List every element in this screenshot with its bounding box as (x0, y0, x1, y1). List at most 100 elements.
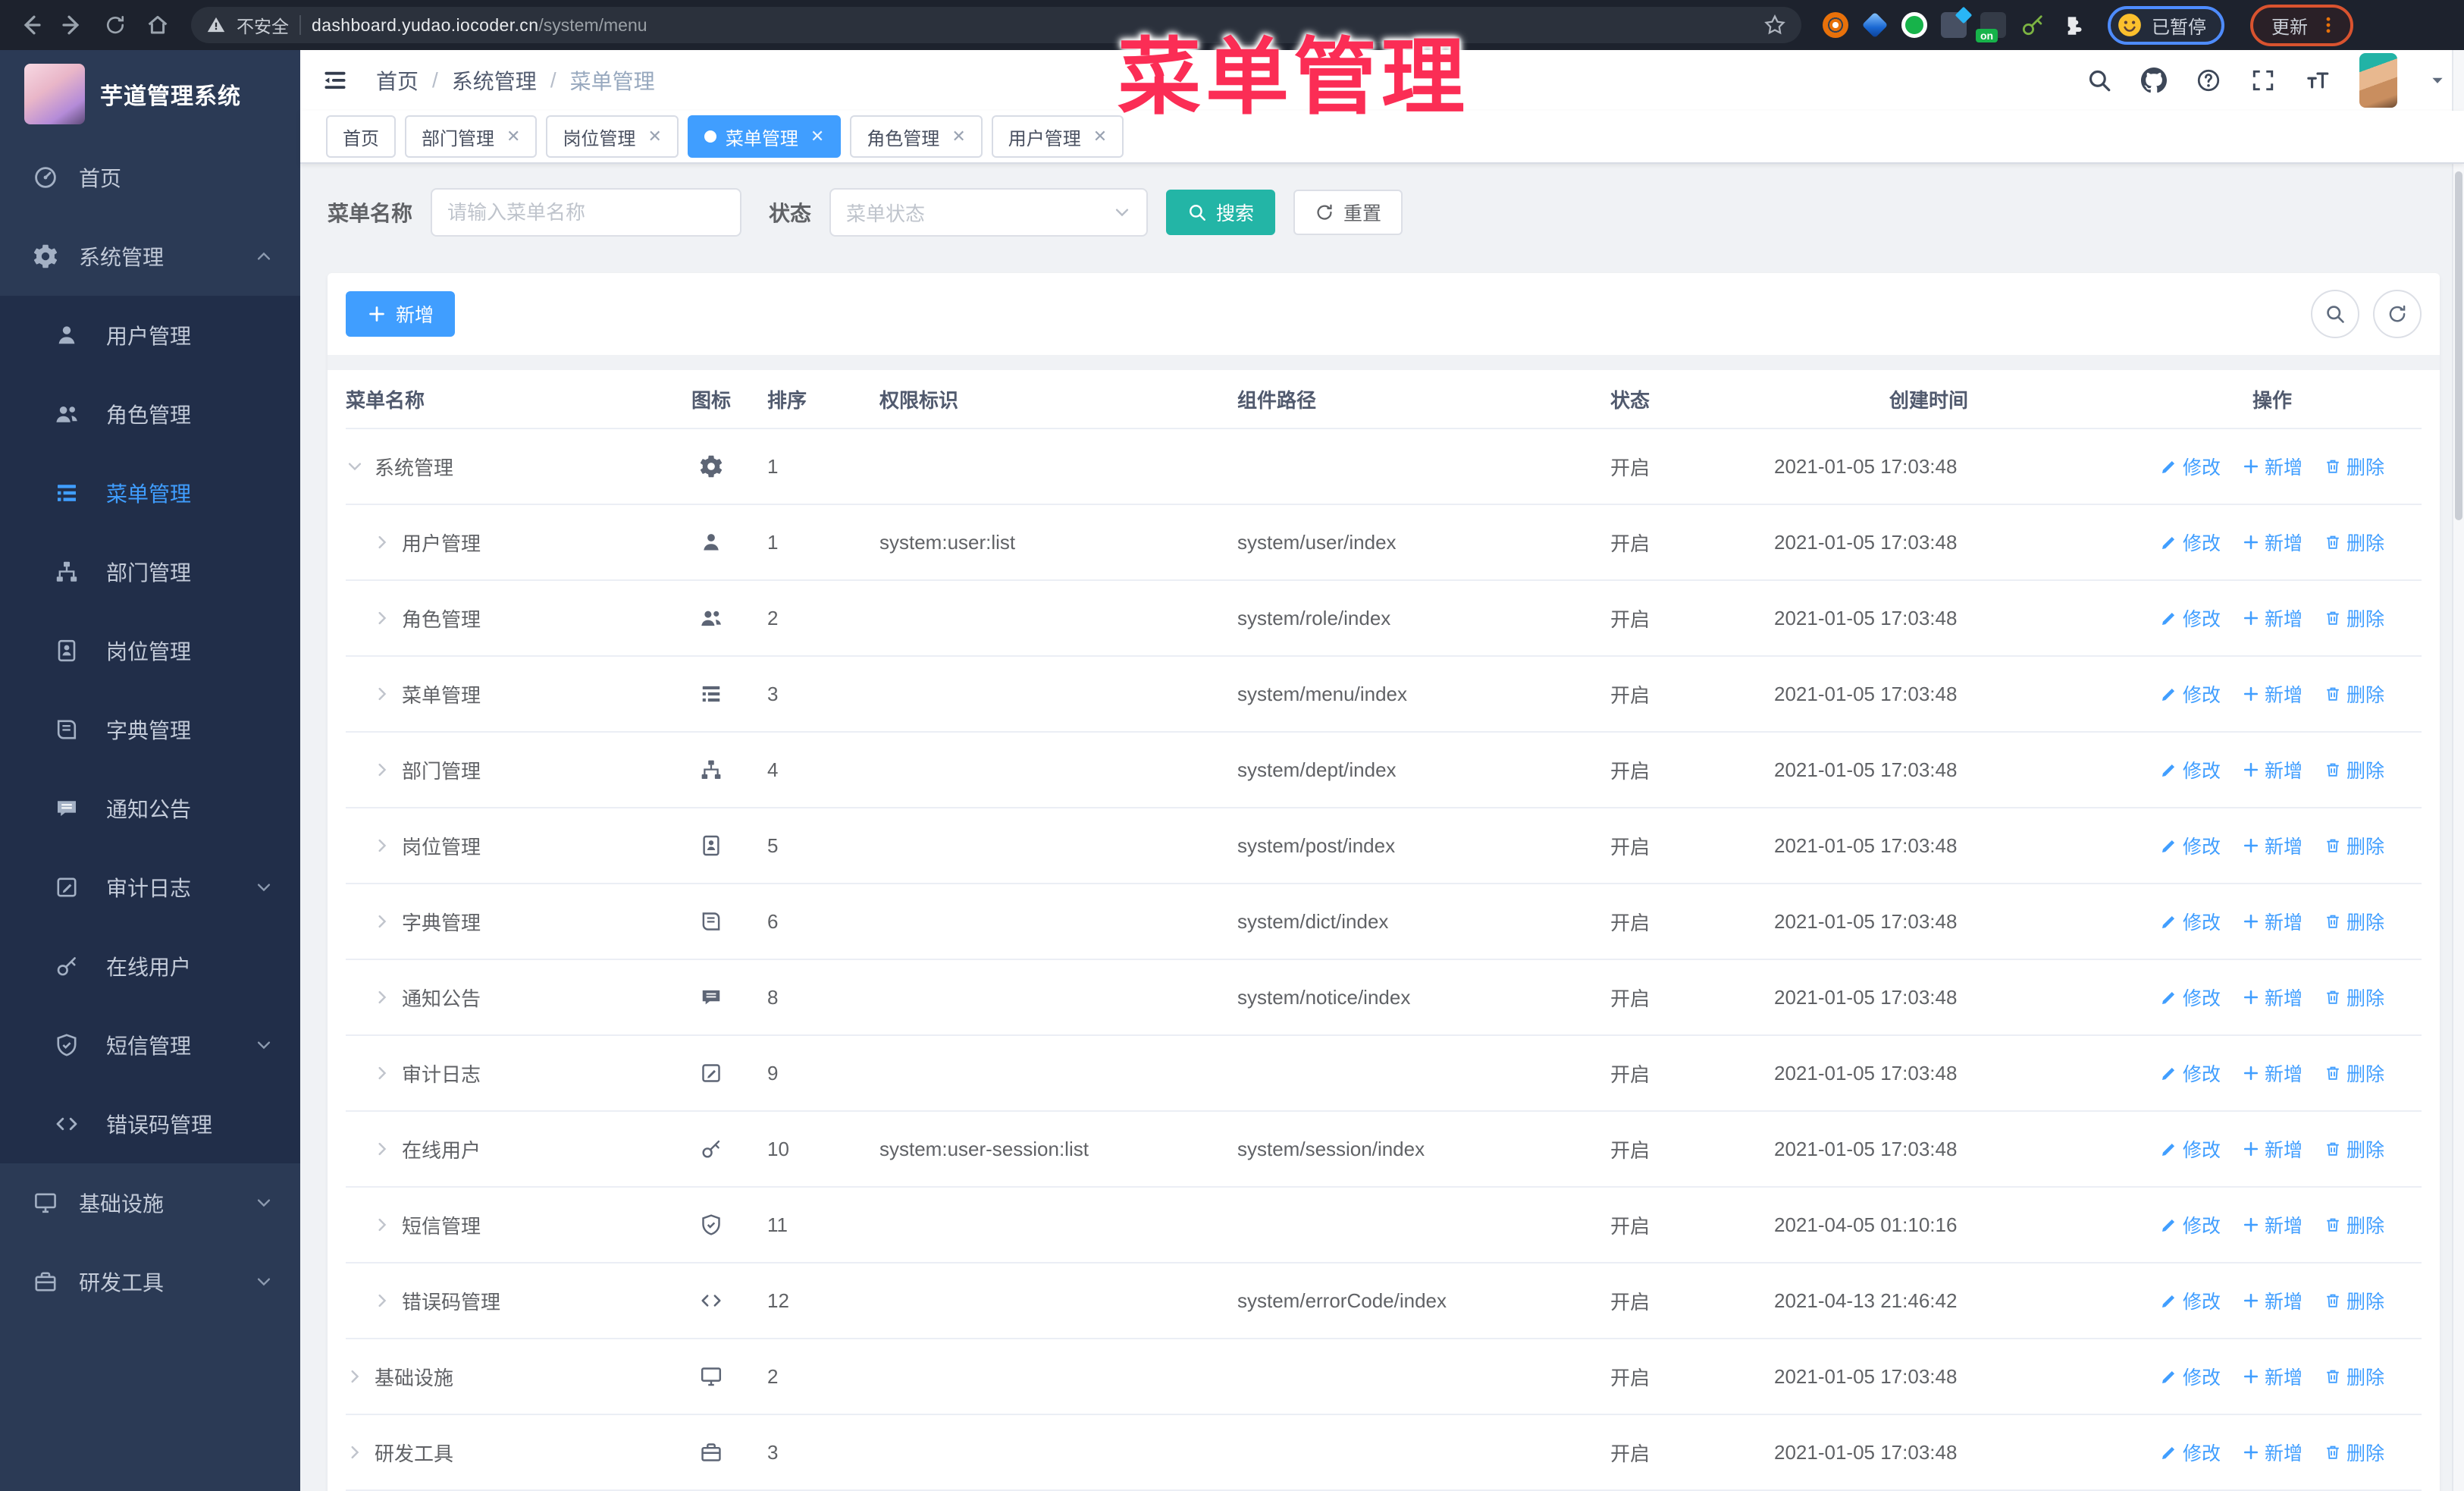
edit-link[interactable]: 修改 (2160, 453, 2221, 480)
add-child-link[interactable]: 新增 (2242, 1059, 2303, 1087)
sidebar-collapse-icon[interactable] (321, 67, 349, 94)
address-bar[interactable]: 不安全 dashboard.yudao.iocoder.cn/system/me… (191, 7, 1801, 43)
delete-link[interactable]: 删除 (2324, 1059, 2384, 1087)
menu-name-input[interactable] (431, 188, 742, 237)
add-child-link[interactable]: 新增 (2242, 604, 2303, 632)
scrollbar-thumb[interactable] (2455, 171, 2462, 520)
close-tab-icon[interactable]: ✕ (810, 127, 824, 146)
delete-link[interactable]: 删除 (2324, 680, 2384, 708)
browser-update-button[interactable]: 更新 (2250, 4, 2353, 46)
add-child-link[interactable]: 新增 (2242, 832, 2303, 859)
add-child-link[interactable]: 新增 (2242, 1439, 2303, 1466)
edit-link[interactable]: 修改 (2160, 984, 2221, 1011)
sidebar-item-home[interactable]: 首页 (0, 138, 300, 217)
browser-home-button[interactable] (140, 7, 176, 43)
edit-link[interactable]: 修改 (2160, 680, 2221, 708)
sidebar-item-sms[interactable]: 短信管理 (0, 1006, 300, 1085)
sidebar-item-user[interactable]: 用户管理 (0, 296, 300, 375)
sidebar-item-online-user[interactable]: 在线用户 (0, 927, 300, 1006)
add-child-link[interactable]: 新增 (2242, 1363, 2303, 1390)
sidebar-item-notice[interactable]: 通知公告 (0, 769, 300, 848)
add-child-link[interactable]: 新增 (2242, 453, 2303, 480)
row-expand-expand-icon[interactable] (373, 609, 391, 627)
edit-link[interactable]: 修改 (2160, 1439, 2221, 1466)
reset-button[interactable]: 重置 (1293, 190, 1403, 235)
bookmark-star-icon[interactable] (1763, 14, 1786, 36)
search-icon[interactable] (2086, 67, 2112, 93)
sidebar-item-infra[interactable]: 基础设施 (0, 1163, 300, 1242)
delete-link[interactable]: 删除 (2324, 1363, 2384, 1390)
row-expand-expand-icon[interactable] (373, 837, 391, 855)
delete-link[interactable]: 删除 (2324, 984, 2384, 1011)
toggle-search-button[interactable] (2311, 290, 2359, 338)
delete-link[interactable]: 删除 (2324, 756, 2384, 783)
delete-link[interactable]: 删除 (2324, 1135, 2384, 1163)
edit-link[interactable]: 修改 (2160, 908, 2221, 935)
tab-menu[interactable]: 菜单管理 ✕ (687, 115, 842, 158)
edit-link[interactable]: 修改 (2160, 756, 2221, 783)
row-expand-expand-icon[interactable] (373, 533, 391, 551)
edit-link[interactable]: 修改 (2160, 832, 2221, 859)
delete-link[interactable]: 删除 (2324, 1211, 2384, 1238)
fullscreen-icon[interactable] (2250, 67, 2276, 93)
tab-role[interactable]: 角色管理 ✕ (850, 115, 983, 158)
browser-forward-button[interactable] (55, 7, 91, 43)
sidebar-item-dict[interactable]: 字典管理 (0, 690, 300, 769)
add-button[interactable]: 新增 (346, 291, 456, 337)
user-avatar[interactable] (2359, 53, 2397, 108)
row-expand-expand-icon[interactable] (373, 1292, 391, 1310)
add-child-link[interactable]: 新增 (2242, 984, 2303, 1011)
delete-link[interactable]: 删除 (2324, 1287, 2384, 1314)
add-child-link[interactable]: 新增 (2242, 529, 2303, 556)
extension-grid-icon[interactable] (1941, 12, 1967, 38)
page-scrollbar[interactable] (2452, 50, 2464, 1491)
add-child-link[interactable]: 新增 (2242, 756, 2303, 783)
sidebar-item-dev-tool[interactable]: 研发工具 (0, 1242, 300, 1321)
sidebar-item-role[interactable]: 角色管理 (0, 375, 300, 454)
help-icon[interactable] (2196, 67, 2221, 93)
browser-menu-icon[interactable] (2318, 15, 2338, 35)
edit-link[interactable]: 修改 (2160, 1211, 2221, 1238)
extension-switch-icon[interactable]: on (1976, 12, 2006, 42)
extension-green-circle-icon[interactable] (1901, 12, 1927, 38)
row-expand-expand-icon[interactable] (373, 1140, 391, 1158)
tab-dept[interactable]: 部门管理 ✕ (405, 115, 538, 158)
close-tab-icon[interactable]: ✕ (1093, 127, 1107, 146)
edit-link[interactable]: 修改 (2160, 529, 2221, 556)
delete-link[interactable]: 删除 (2324, 604, 2384, 632)
row-expand-expand-icon[interactable] (373, 912, 391, 931)
delete-link[interactable]: 删除 (2324, 832, 2384, 859)
add-child-link[interactable]: 新增 (2242, 680, 2303, 708)
delete-link[interactable]: 删除 (2324, 529, 2384, 556)
edit-link[interactable]: 修改 (2160, 1287, 2221, 1314)
github-icon[interactable] (2141, 67, 2167, 93)
add-child-link[interactable]: 新增 (2242, 908, 2303, 935)
browser-back-button[interactable] (12, 7, 49, 43)
delete-link[interactable]: 删除 (2324, 1439, 2384, 1466)
refresh-table-button[interactable] (2373, 290, 2422, 338)
security-label[interactable]: 不安全 (237, 12, 289, 38)
sidebar-item-dept[interactable]: 部门管理 (0, 532, 300, 611)
sidebar-item-menu[interactable]: 菜单管理 (0, 454, 300, 532)
edit-link[interactable]: 修改 (2160, 1363, 2221, 1390)
sidebar-item-audit-log[interactable]: 审计日志 (0, 848, 300, 927)
close-tab-icon[interactable]: ✕ (647, 127, 661, 146)
font-size-icon[interactable] (2305, 67, 2331, 93)
extension-diamond-icon[interactable] (1861, 11, 1889, 39)
row-expand-collapse-icon[interactable] (346, 457, 364, 476)
chevron-down-icon[interactable] (2429, 72, 2446, 89)
add-child-link[interactable]: 新增 (2242, 1287, 2303, 1314)
edit-link[interactable]: 修改 (2160, 1135, 2221, 1163)
tab-post[interactable]: 岗位管理 ✕ (546, 115, 679, 158)
delete-link[interactable]: 删除 (2324, 453, 2384, 480)
tab-user[interactable]: 用户管理 ✕ (991, 115, 1124, 158)
row-expand-expand-icon[interactable] (373, 1216, 391, 1234)
sidebar-item-post[interactable]: 岗位管理 (0, 611, 300, 690)
row-expand-expand-icon[interactable] (346, 1367, 364, 1386)
row-expand-expand-icon[interactable] (373, 1064, 391, 1082)
row-expand-expand-icon[interactable] (373, 761, 391, 779)
tab-home[interactable]: 首页 (326, 115, 396, 158)
edit-link[interactable]: 修改 (2160, 604, 2221, 632)
breadcrumb-home[interactable]: 首页 (376, 65, 419, 96)
extension-key-icon[interactable] (2020, 12, 2045, 38)
